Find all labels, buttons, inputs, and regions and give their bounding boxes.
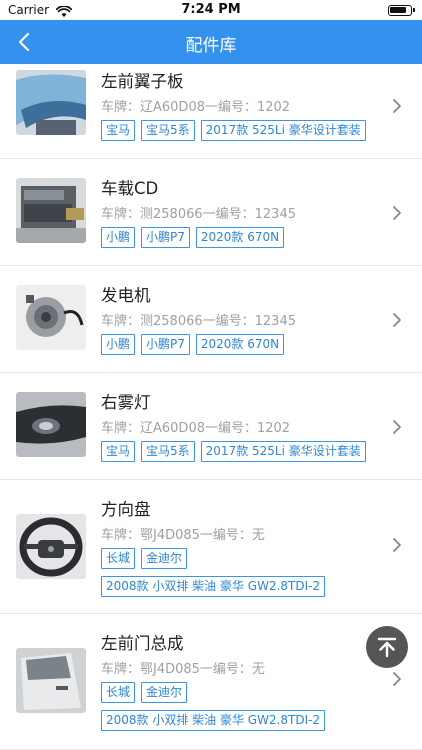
part-tags: 小鹏 小鹏P7 2020款 670N <box>101 227 285 248</box>
part-plate-number: 车牌：辽A60D08一编号：1202 <box>101 100 291 115</box>
part-item-alternator[interactable]: 发电机 车牌：测258066一编号：12345 小鹏 小鹏P7 2020款 67… <box>0 266 422 373</box>
part-plate-number: 车牌：鄂J4D085一编号：无 <box>101 662 265 677</box>
part-item-left-front-door[interactable]: 左前门总成 车牌：鄂J4D085一编号：无 长城 金迪尔 2008款 小双排 柴… <box>0 614 422 750</box>
status-bar: Carrier 7:24 PM <box>0 0 422 20</box>
part-tags: 小鹏 小鹏P7 2020款 670N <box>101 334 285 355</box>
part-tags: 长城 金迪尔 <box>101 682 188 703</box>
model-tag: 2008款 小双排 柴油 豪华 GW2.8TDI-2 <box>101 576 326 597</box>
part-item-steering-wheel[interactable]: 方向盘 车牌：鄂J4D085一编号：无 长城 金迪尔 2008款 小双排 柴油 … <box>0 480 422 614</box>
brand-tag: 小鹏 <box>101 334 136 355</box>
part-plate-number: 车牌：测258066一编号：12345 <box>101 314 296 329</box>
part-name: 左前门总成 <box>101 634 184 653</box>
brand-tag: 长城 <box>101 548 136 569</box>
series-tag: 金迪尔 <box>141 548 188 569</box>
part-name: 左前翼子板 <box>101 72 184 91</box>
part-tags: 长城 金迪尔 <box>101 548 188 569</box>
page-title: 配件库 <box>185 36 237 56</box>
part-thumbnail <box>16 178 86 243</box>
part-plate-number: 车牌：辽A60D08一编号：1202 <box>101 421 291 436</box>
part-tags-model: 2008款 小双排 柴油 豪华 GW2.8TDI-2 <box>101 710 326 731</box>
model-tag: 2008款 小双排 柴油 豪华 GW2.8TDI-2 <box>101 710 326 731</box>
part-item-car-cd[interactable]: 车载CD 车牌：测258066一编号：12345 小鹏 小鹏P7 2020款 6… <box>0 159 422 266</box>
series-tag: 宝马5系 <box>141 441 195 462</box>
part-thumbnail <box>16 648 86 713</box>
part-plate-number: 车牌：鄂J4D085一编号：无 <box>101 528 265 543</box>
series-tag: 宝马5系 <box>141 120 195 141</box>
chevron-right-icon <box>393 420 401 434</box>
model-tag: 2020款 670N <box>195 334 285 355</box>
brand-tag: 小鹏 <box>101 227 136 248</box>
brand-tag: 长城 <box>101 682 136 703</box>
part-name: 发电机 <box>101 286 151 305</box>
part-thumbnail <box>16 392 86 457</box>
part-thumbnail <box>16 285 86 350</box>
chevron-right-icon <box>393 206 401 220</box>
part-tags-model: 2008款 小双排 柴油 豪华 GW2.8TDI-2 <box>101 576 326 597</box>
series-tag: 小鹏P7 <box>141 227 190 248</box>
model-tag: 2017款 525Li 豪华设计套装 <box>200 441 366 462</box>
chevron-right-icon <box>393 99 401 113</box>
scroll-to-top-button[interactable] <box>366 626 408 668</box>
part-item-left-front-fender[interactable]: 左前翼子板 车牌：辽A60D08一编号：1202 宝马 宝马5系 2017款 5… <box>0 64 422 159</box>
parts-list: 左前翼子板 车牌：辽A60D08一编号：1202 宝马 宝马5系 2017款 5… <box>0 64 422 750</box>
part-tags: 宝马 宝马5系 2017款 525Li 豪华设计套装 <box>101 120 366 141</box>
part-plate-number: 车牌：测258066一编号：12345 <box>101 207 296 222</box>
part-tags: 宝马 宝马5系 2017款 525Li 豪华设计套装 <box>101 441 366 462</box>
chevron-right-icon <box>393 672 401 686</box>
chevron-right-icon <box>393 538 401 552</box>
chevron-right-icon <box>393 313 401 327</box>
part-item-right-fog-light[interactable]: 右雾灯 车牌：辽A60D08一编号：1202 宝马 宝马5系 2017款 525… <box>0 373 422 480</box>
brand-tag: 宝马 <box>101 441 136 462</box>
arrow-up-to-top-icon <box>377 637 397 658</box>
part-thumbnail <box>16 514 86 579</box>
part-name: 右雾灯 <box>101 393 151 412</box>
series-tag: 小鹏P7 <box>141 334 190 355</box>
part-name: 方向盘 <box>101 500 151 519</box>
battery-icon <box>388 5 415 16</box>
series-tag: 金迪尔 <box>141 682 188 703</box>
part-thumbnail <box>16 70 86 135</box>
part-name: 车载CD <box>101 179 159 198</box>
model-tag: 2017款 525Li 豪华设计套装 <box>200 120 366 141</box>
nav-bar: 配件库 <box>0 20 422 64</box>
model-tag: 2020款 670N <box>195 227 285 248</box>
brand-tag: 宝马 <box>101 120 136 141</box>
status-time: 7:24 PM <box>181 2 241 17</box>
